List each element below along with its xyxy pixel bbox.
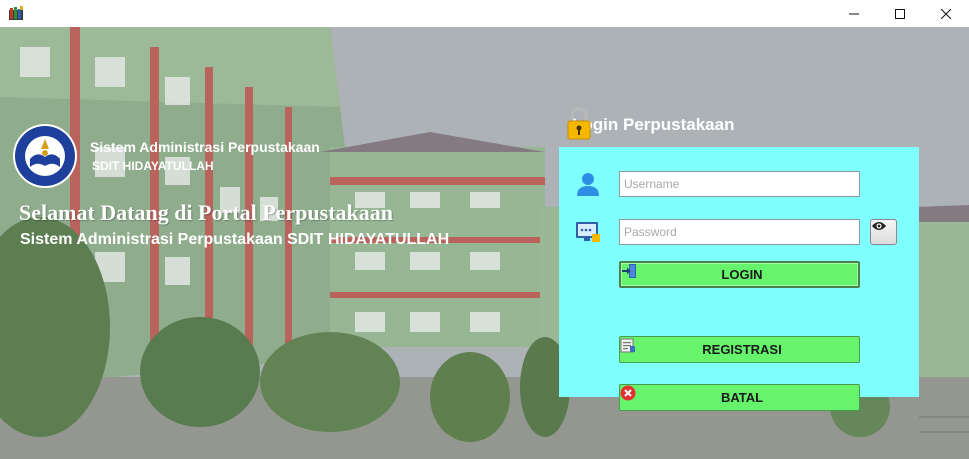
login-panel: LOGIN REGISTRASI (559, 147, 919, 411)
maximize-button[interactable] (877, 0, 923, 27)
close-button[interactable] (923, 0, 969, 27)
password-input[interactable] (619, 219, 860, 245)
user-icon (575, 171, 601, 197)
register-button[interactable]: REGISTRASI (619, 336, 860, 363)
login-title: Login Perpustakaan (572, 115, 735, 134)
background-photo: Sistem Administrasi Perpustakaan SDIT HI… (0, 27, 969, 459)
app-icon (8, 5, 24, 21)
welcome-headline: Selamat Datang di Portal Perpustakaan (19, 200, 393, 225)
register-label: REGISTRASI (702, 342, 782, 357)
login-header: Login Perpustakaan (566, 107, 734, 143)
system-title: Sistem Administrasi Perpustakaan (90, 139, 320, 155)
welcome-subline: Sistem Administrasi Perpustakaan SDIT HI… (20, 231, 450, 248)
cancel-label: BATAL (720, 390, 764, 405)
school-emblem-icon (12, 123, 78, 189)
login-label: LOGIN (721, 267, 763, 282)
cancel-button[interactable]: BATAL (619, 384, 860, 411)
school-name: SDIT HIDAYATULLAH (92, 159, 214, 173)
password-icon (575, 219, 601, 245)
login-button[interactable]: LOGIN (619, 261, 860, 288)
window-titlebar (0, 0, 969, 27)
username-input[interactable] (619, 171, 860, 197)
show-password-button[interactable] (870, 219, 897, 245)
minimize-button[interactable] (831, 0, 877, 27)
